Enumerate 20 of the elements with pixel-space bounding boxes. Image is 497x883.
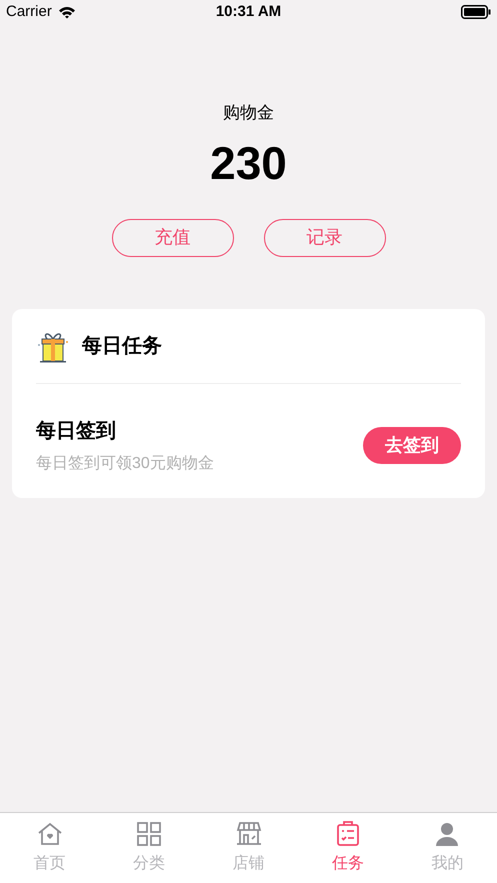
tab-item[interactable]: 分类 [99, 813, 199, 883]
tab-item[interactable]: 首页 [0, 813, 100, 883]
carrier-label: Carrier [6, 2, 52, 22]
tab-item[interactable]: 店铺 [198, 813, 298, 883]
task-description: 每日签到可领30元购物金 [36, 454, 214, 474]
outline-button[interactable]: 充值 [112, 218, 234, 256]
balance-title: 购物金 [223, 102, 274, 124]
clock-label: 10:31 AM [216, 2, 282, 22]
card-title: 每日任务 [82, 334, 162, 358]
tab-item[interactable]: 我的 [398, 813, 497, 883]
balance-amount: 230 [210, 140, 287, 186]
sign-in-button[interactable]: 去签到 [363, 427, 461, 464]
wifi-icon [58, 6, 76, 18]
battery-icon [461, 5, 491, 19]
storefront-icon [234, 820, 263, 848]
outline-button[interactable]: 记录 [264, 218, 386, 256]
task-name: 每日签到 [36, 418, 117, 444]
home-icon [36, 820, 64, 848]
tab-item[interactable]: 任务 [298, 813, 398, 883]
grid-icon [135, 820, 164, 848]
